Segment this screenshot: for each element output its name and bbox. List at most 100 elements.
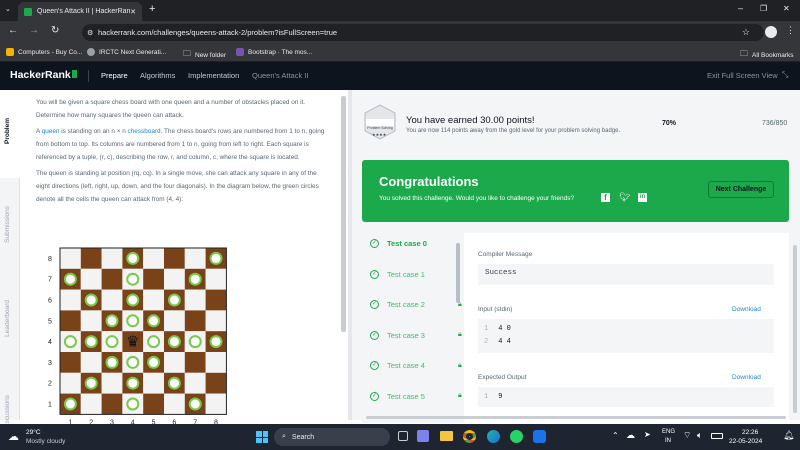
nav-algorithms[interactable]: Algorithms (140, 71, 175, 80)
expected-output-box: 19 (478, 387, 774, 407)
language-bottom[interactable]: IN (665, 438, 671, 444)
search-icon: ⌕ (282, 433, 286, 440)
clock-date[interactable]: 22-05-2024 (729, 438, 762, 445)
nav-implementation[interactable]: Implementation (188, 71, 239, 80)
taskbar-search[interactable]: ⌕ Search (274, 428, 390, 446)
board-square (80, 352, 102, 373)
task-view-icon[interactable] (398, 431, 408, 441)
bookmark-item[interactable]: Computers - Buy Co... (6, 48, 82, 56)
attack-circle (84, 376, 98, 390)
language-top[interactable]: ENG (662, 429, 675, 435)
board-square (143, 248, 164, 269)
queen-link[interactable]: queen (42, 128, 60, 135)
board-square (184, 289, 206, 311)
tab-close-icon[interactable]: ✕ (130, 8, 136, 16)
whatsapp-icon[interactable] (510, 430, 523, 443)
board-square (164, 248, 185, 269)
input-box: 14 0 24 4 (478, 319, 774, 353)
right-scrollbar[interactable] (793, 245, 797, 413)
tray-chevron-icon[interactable]: ⌃ (612, 431, 619, 440)
twitter-icon[interactable]: 🐦︎ (619, 192, 630, 203)
minimize-icon[interactable]: – (738, 3, 743, 13)
url-text: hackerrank.com/challenges/queens-attack-… (98, 28, 338, 37)
test-case-item[interactable]: ✓ Test case 4 🔒︎ (370, 361, 462, 370)
browser-tab[interactable]: Queen's Attack II | HackerRank ✕ (18, 2, 142, 21)
input-label: Input (stdin) (478, 306, 513, 313)
chrome-icon[interactable] (463, 430, 476, 443)
forward-icon[interactable]: → (29, 25, 39, 36)
bookmarks-bar: Computers - Buy Co... IRCTC Next Generat… (0, 44, 800, 62)
clock-time[interactable]: 22:26 (742, 429, 758, 436)
check-circle-icon: ✓ (370, 361, 379, 370)
weather-icon[interactable]: ☁ (8, 430, 19, 443)
test-case-scrollbar[interactable] (456, 243, 460, 303)
test-case-item[interactable]: ✓ Test case 0 (370, 239, 427, 248)
test-case-item[interactable]: ✓ Test case 5 🔒︎ (370, 391, 462, 401)
menu-icon[interactable]: ⋮ (786, 25, 795, 36)
rank-label: 6 (48, 298, 52, 305)
rank-label: 4 (48, 339, 52, 346)
restore-icon[interactable]: ❐ (760, 4, 767, 13)
board-square (184, 248, 206, 269)
expected-output-label: Expected Output (478, 374, 527, 381)
attack-circle (63, 272, 77, 286)
nav-prepare[interactable]: Prepare (101, 71, 128, 80)
test-case-item[interactable]: ✓ Test case 1 (370, 269, 425, 279)
profile-avatar[interactable] (765, 26, 777, 38)
attack-circle (84, 293, 98, 307)
attack-circle (63, 335, 77, 349)
location-icon[interactable]: ➤ (644, 430, 651, 439)
all-bookmarks[interactable]: 🗀 All Bookmarks (740, 48, 794, 62)
attack-circle (126, 355, 140, 369)
linkedin-icon[interactable]: in (638, 193, 647, 202)
battery-icon[interactable] (711, 433, 723, 439)
left-scrollbar[interactable] (341, 96, 346, 332)
attack-circle (126, 251, 140, 265)
teams-icon[interactable] (417, 430, 429, 442)
test-case-item[interactable]: ✓ Test case 2 🔒︎ (370, 300, 462, 309)
facebook-icon[interactable]: f (601, 193, 610, 202)
tab-leaderboard[interactable]: Leaderboard (4, 300, 11, 337)
badge-label: Problem Solving (367, 126, 393, 130)
bootstrap-icon (236, 48, 244, 56)
volume-icon[interactable]: 🔈︎ (697, 430, 702, 441)
bookmark-item[interactable]: Bootstrap · The mos... (236, 48, 312, 56)
board-square (143, 393, 164, 415)
attack-circle (188, 335, 202, 349)
chessboard-link[interactable]: chessboard (128, 128, 161, 135)
app-icon[interactable] (533, 430, 546, 443)
check-circle-icon: ✓ (370, 391, 379, 401)
tab-submissions[interactable]: Submissions (4, 206, 11, 243)
new-tab-icon[interactable]: + (149, 3, 155, 15)
board-square (80, 268, 102, 290)
bookmark-item[interactable]: 🗀 New folder (183, 48, 226, 62)
reload-icon[interactable]: ↻ (51, 25, 59, 36)
hackerrank-logo[interactable]: HackerRank (10, 69, 77, 81)
notifications-icon[interactable]: 🔔︎ (783, 430, 794, 441)
site-info-icon[interactable]: ⚙ (87, 29, 93, 37)
file-explorer-icon[interactable] (440, 431, 453, 441)
onedrive-icon[interactable]: ☁ (626, 430, 635, 441)
attack-circle (209, 251, 223, 265)
bookmark-star-icon[interactable]: ☆ (742, 27, 750, 38)
windows-start-icon[interactable] (256, 431, 268, 443)
test-case-item[interactable]: ✓ Test case 3 🔒︎ (370, 330, 462, 340)
collapse-icon[interactable]: ⤡ (782, 70, 788, 80)
close-window-icon[interactable]: ✕ (783, 4, 790, 13)
wifi-icon[interactable]: ⌔ (683, 430, 691, 441)
exit-full-screen-link[interactable]: Exit Full Screen View (707, 71, 778, 80)
expected-download-link[interactable]: Download (732, 374, 761, 381)
horizontal-scrollbar[interactable] (366, 416, 786, 419)
rank-label: 5 (48, 318, 52, 325)
url-input[interactable]: ⚙ hackerrank.com/challenges/queens-attac… (82, 24, 764, 41)
attack-circle (188, 272, 202, 286)
tab-search-icon[interactable]: ⌄ (5, 5, 11, 13)
tab-problem[interactable]: Problem (4, 118, 11, 144)
board-square (60, 310, 81, 332)
next-challenge-button[interactable]: Next Challenge (708, 181, 774, 198)
edge-icon[interactable] (487, 430, 500, 443)
input-download-link[interactable]: Download (732, 306, 761, 313)
back-icon[interactable]: ← (8, 25, 18, 36)
bookmark-item[interactable]: IRCTC Next Generati... (87, 48, 166, 56)
board-square (60, 352, 81, 373)
